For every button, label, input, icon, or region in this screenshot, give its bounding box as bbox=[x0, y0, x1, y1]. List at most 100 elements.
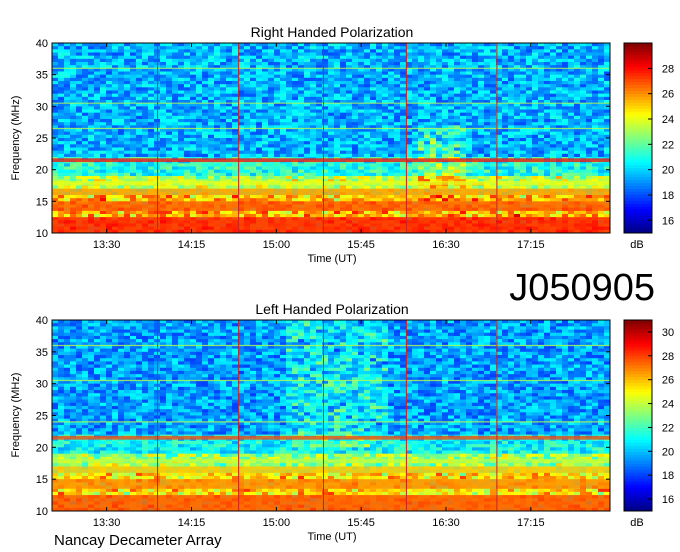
heatmap-cell bbox=[346, 198, 353, 202]
heatmap-cell bbox=[532, 106, 539, 110]
heatmap-cell bbox=[568, 93, 575, 98]
heatmap-cell bbox=[118, 90, 125, 95]
heatmap-cell bbox=[142, 43, 149, 47]
heatmap-cell bbox=[538, 169, 545, 174]
heatmap-cell bbox=[550, 62, 557, 66]
heatmap-cell bbox=[364, 131, 371, 136]
heatmap-cell bbox=[274, 71, 281, 76]
heatmap-cell bbox=[82, 58, 89, 63]
heatmap-cell bbox=[334, 150, 341, 155]
heatmap-cell bbox=[172, 77, 179, 82]
heatmap-cell bbox=[298, 147, 305, 152]
heatmap-cell bbox=[388, 43, 395, 47]
heatmap-cell bbox=[538, 55, 545, 60]
heatmap-cell bbox=[88, 119, 95, 123]
heatmap-cell bbox=[376, 172, 383, 177]
heatmap-cell bbox=[106, 62, 113, 66]
heatmap-cell bbox=[280, 71, 287, 76]
heatmap-cell bbox=[268, 81, 275, 85]
heatmap-cell bbox=[358, 84, 365, 88]
heatmap-cell bbox=[274, 210, 281, 215]
heatmap-cell bbox=[562, 109, 569, 114]
heatmap-cell bbox=[160, 74, 167, 79]
heatmap-cell bbox=[142, 87, 149, 91]
heatmap-cell bbox=[250, 90, 257, 95]
heatmap-cell bbox=[550, 163, 557, 167]
heatmap-cell bbox=[604, 131, 611, 136]
heatmap-cell bbox=[232, 134, 239, 139]
heatmap-cell bbox=[394, 172, 401, 177]
heatmap-cell bbox=[106, 71, 113, 76]
heatmap-cell bbox=[412, 84, 419, 88]
heatmap-cell bbox=[256, 138, 263, 142]
heatmap-cell bbox=[430, 119, 437, 123]
heatmap-cell bbox=[142, 74, 149, 79]
heatmap-cell bbox=[592, 43, 599, 47]
heatmap-cell bbox=[526, 87, 533, 91]
heatmap-cell bbox=[508, 122, 515, 126]
heatmap-cell bbox=[436, 172, 443, 177]
heatmap-cell bbox=[220, 195, 227, 199]
heatmap-cell bbox=[340, 109, 347, 114]
heatmap-cell bbox=[478, 87, 485, 91]
heatmap-cell bbox=[286, 55, 293, 60]
heatmap-cell bbox=[214, 147, 221, 152]
heatmap-cell bbox=[178, 90, 185, 95]
heatmap-cell bbox=[58, 131, 65, 136]
heatmap-cell bbox=[448, 49, 455, 53]
heatmap-cell bbox=[412, 144, 419, 148]
heatmap-cell bbox=[472, 163, 479, 167]
heatmap-cell bbox=[106, 55, 113, 60]
heatmap-cell bbox=[538, 77, 545, 82]
heatmap-cell bbox=[124, 147, 131, 152]
heatmap-cell bbox=[598, 46, 605, 50]
heatmap-cell bbox=[124, 185, 131, 190]
heatmap-cell bbox=[544, 163, 551, 167]
heatmap-cell bbox=[316, 153, 323, 158]
heatmap-cell bbox=[460, 122, 467, 126]
heatmap-cell bbox=[166, 153, 173, 158]
heatmap-cell bbox=[340, 122, 347, 126]
heatmap-cell bbox=[58, 55, 65, 60]
heatmap-cell bbox=[124, 109, 131, 114]
heatmap-cell bbox=[76, 106, 83, 110]
heatmap-cell bbox=[232, 138, 239, 142]
heatmap-cell bbox=[172, 93, 179, 98]
heatmap-cell bbox=[346, 93, 353, 98]
heatmap-cell bbox=[310, 96, 317, 101]
heatmap-cell bbox=[310, 74, 317, 79]
heatmap-cell bbox=[226, 112, 233, 117]
heatmap-cell bbox=[448, 144, 455, 148]
heatmap-cell bbox=[190, 93, 197, 98]
heatmap-cell bbox=[382, 138, 389, 142]
heatmap-cell bbox=[298, 138, 305, 142]
heatmap-cell bbox=[436, 49, 443, 53]
heatmap-cell bbox=[364, 138, 371, 142]
heatmap-cell bbox=[580, 153, 587, 158]
heatmap-cell bbox=[76, 163, 83, 167]
heatmap-cell bbox=[442, 172, 449, 177]
heatmap-cell bbox=[256, 109, 263, 114]
heatmap-cell bbox=[352, 176, 359, 180]
heatmap-cell bbox=[466, 144, 473, 148]
heatmap-cell bbox=[118, 210, 125, 215]
heatmap-cell bbox=[250, 77, 257, 82]
heatmap-cell bbox=[514, 52, 521, 57]
heatmap-cell bbox=[280, 169, 287, 174]
heatmap-cell bbox=[556, 141, 563, 145]
heatmap-cell bbox=[550, 172, 557, 177]
heatmap-cell bbox=[388, 138, 395, 142]
heatmap-cell bbox=[484, 185, 491, 190]
heatmap-cell bbox=[292, 163, 299, 167]
heatmap-cell bbox=[82, 46, 89, 50]
heatmap-cell bbox=[94, 81, 101, 85]
heatmap-cell bbox=[220, 122, 227, 126]
heatmap-cell bbox=[334, 109, 341, 114]
heatmap-cell bbox=[220, 49, 227, 53]
heatmap-cell bbox=[412, 90, 419, 95]
heatmap-cell bbox=[184, 144, 191, 148]
heatmap-cell bbox=[466, 93, 473, 98]
heatmap-cell bbox=[406, 144, 413, 148]
heatmap-cell bbox=[538, 81, 545, 85]
heatmap-cell bbox=[256, 185, 263, 190]
